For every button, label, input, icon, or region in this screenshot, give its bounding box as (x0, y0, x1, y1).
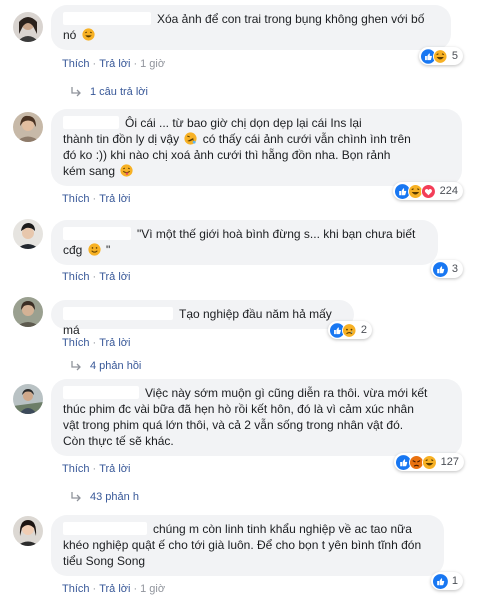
like-link[interactable]: Thích (62, 193, 90, 205)
view-replies-link[interactable]: 43 phản h (70, 491, 139, 503)
comment-text: chúng m còn linh tinh khẩu nghiệp về ac … (153, 522, 412, 536)
like-link[interactable]: Thích (62, 271, 90, 283)
reaction-count: 3 (451, 263, 458, 275)
rofl-emoji-icon (184, 132, 198, 145)
avatar[interactable] (13, 384, 43, 414)
author-name-redacted (63, 307, 173, 320)
comment-bubble: Ôi cái ... từ bao giờ chị dọn dẹp lại cá… (51, 109, 462, 186)
reply-link[interactable]: Trả lời (99, 271, 130, 283)
comment-text: Xóa ảnh để con trai trong bụng không ghe… (157, 12, 425, 26)
tongue-emoji-icon (120, 164, 133, 177)
sad-icon (342, 322, 357, 338)
comment-actions: Thích · Trả lời (62, 193, 131, 205)
comment-text: có thấy cái ảnh cưới vẫn chình ình trên (202, 132, 411, 146)
view-replies-link[interactable]: 4 phản hồi (70, 360, 141, 372)
love-icon (420, 183, 436, 199)
reaction-count: 2 (360, 324, 367, 336)
reaction-summary[interactable]: 2 (328, 321, 372, 339)
comment-text: khéo nghiệp quật ế cho tới già luôn. Để … (63, 538, 422, 552)
haha-icon (421, 454, 437, 470)
comment-actions: Thích · Trả lời · 1 giờ (62, 58, 166, 70)
haha-icon (433, 48, 448, 64)
reply-link[interactable]: Trả lời (99, 337, 130, 349)
reply-link[interactable]: Trả lời (99, 463, 130, 475)
comment-text: thúc phim đc vài bữa đã hẹn hò rồi kết h… (63, 402, 414, 416)
comment-bubble: Xóa ảnh để con trai trong bụng không ghe… (51, 5, 451, 50)
avatar[interactable] (13, 219, 43, 249)
like-link[interactable]: Thích (62, 58, 90, 70)
replies-count: 43 phản h (90, 491, 139, 503)
comment-actions: Thích · Trả lời (62, 337, 131, 349)
avatar[interactable] (13, 516, 43, 546)
like-icon (433, 573, 448, 589)
reaction-count: 5 (451, 50, 458, 62)
reaction-summary[interactable]: 3 (431, 260, 463, 278)
author-name-redacted (63, 227, 131, 240)
smile-emoji-icon (88, 243, 101, 256)
comment-text: Việc này sớm muộn gì cũng diễn ra thôi. … (145, 386, 428, 400)
like-link[interactable]: Thích (62, 463, 90, 475)
comment-bubble: Việc này sớm muộn gì cũng diễn ra thôi. … (51, 379, 462, 456)
comment-text: nó (63, 28, 77, 42)
comment-text: kém sang (63, 164, 116, 178)
reply-link[interactable]: Trả lời (99, 193, 130, 205)
reaction-count: 1 (451, 575, 458, 587)
comment-actions: Thích · Trả lời (62, 463, 131, 475)
timestamp[interactable]: 1 giờ (140, 58, 165, 70)
like-link[interactable]: Thích (62, 583, 90, 595)
reply-link[interactable]: Trả lời (99, 58, 130, 70)
replies-count: 1 câu trả lời (90, 86, 148, 98)
avatar[interactable] (13, 12, 43, 42)
reaction-count: 224 (439, 185, 458, 197)
avatar[interactable] (13, 297, 43, 327)
comment-actions: Thích · Trả lời · 1 giờ (62, 583, 166, 595)
author-name-redacted (63, 12, 151, 25)
view-replies-link[interactable]: 1 câu trả lời (70, 86, 148, 98)
reaction-summary[interactable]: 224 (393, 182, 463, 200)
reaction-summary[interactable]: 5 (419, 47, 463, 65)
comment-text: thành tin đồn ly dị vậy (63, 132, 180, 146)
comment-bubble: Tạo nghiệp đầu năm hả mấy má (51, 300, 354, 337)
comment-text: Ôi cái ... từ bao giờ chị dọn dẹp lại cá… (125, 116, 362, 130)
reply-arrow-icon (71, 87, 81, 97)
laughing-emoji-icon (82, 28, 95, 41)
reaction-summary[interactable]: 127 (394, 453, 464, 471)
author-name-redacted (63, 522, 147, 535)
comment-text: "Vì một thế giới hoà bình đừng s... khi … (137, 227, 416, 241)
comment-text: vật trong phim quá lớn thôi, và cả 2 vẫn… (63, 418, 404, 432)
comment-text: Còn thực tế sẽ khác. (63, 434, 174, 448)
author-name-redacted (63, 116, 119, 129)
comment-actions: Thích · Trả lời (62, 271, 131, 283)
timestamp[interactable]: 1 giờ (140, 583, 165, 595)
reply-link[interactable]: Trả lời (99, 583, 130, 595)
reply-arrow-icon (71, 361, 81, 371)
comment-text: " (106, 243, 111, 257)
reply-arrow-icon (71, 492, 81, 502)
replies-count: 4 phản hồi (90, 360, 142, 372)
comment-bubble: "Vì một thế giới hoà bình đừng s... khi … (51, 220, 438, 265)
like-icon (433, 261, 448, 277)
comment-text: đó ko :)) khi nào chị xoá ảnh cưới thì h… (63, 148, 391, 162)
avatar[interactable] (13, 112, 43, 142)
comment-bubble: chúng m còn linh tinh khẩu nghiệp về ac … (51, 515, 444, 576)
comment-text: cđg (63, 243, 83, 257)
reaction-count: 127 (440, 456, 459, 468)
like-link[interactable]: Thích (62, 337, 90, 349)
author-name-redacted (63, 386, 139, 399)
comment-text: tiểu Song Song (63, 554, 146, 568)
reaction-summary[interactable]: 1 (431, 572, 463, 590)
